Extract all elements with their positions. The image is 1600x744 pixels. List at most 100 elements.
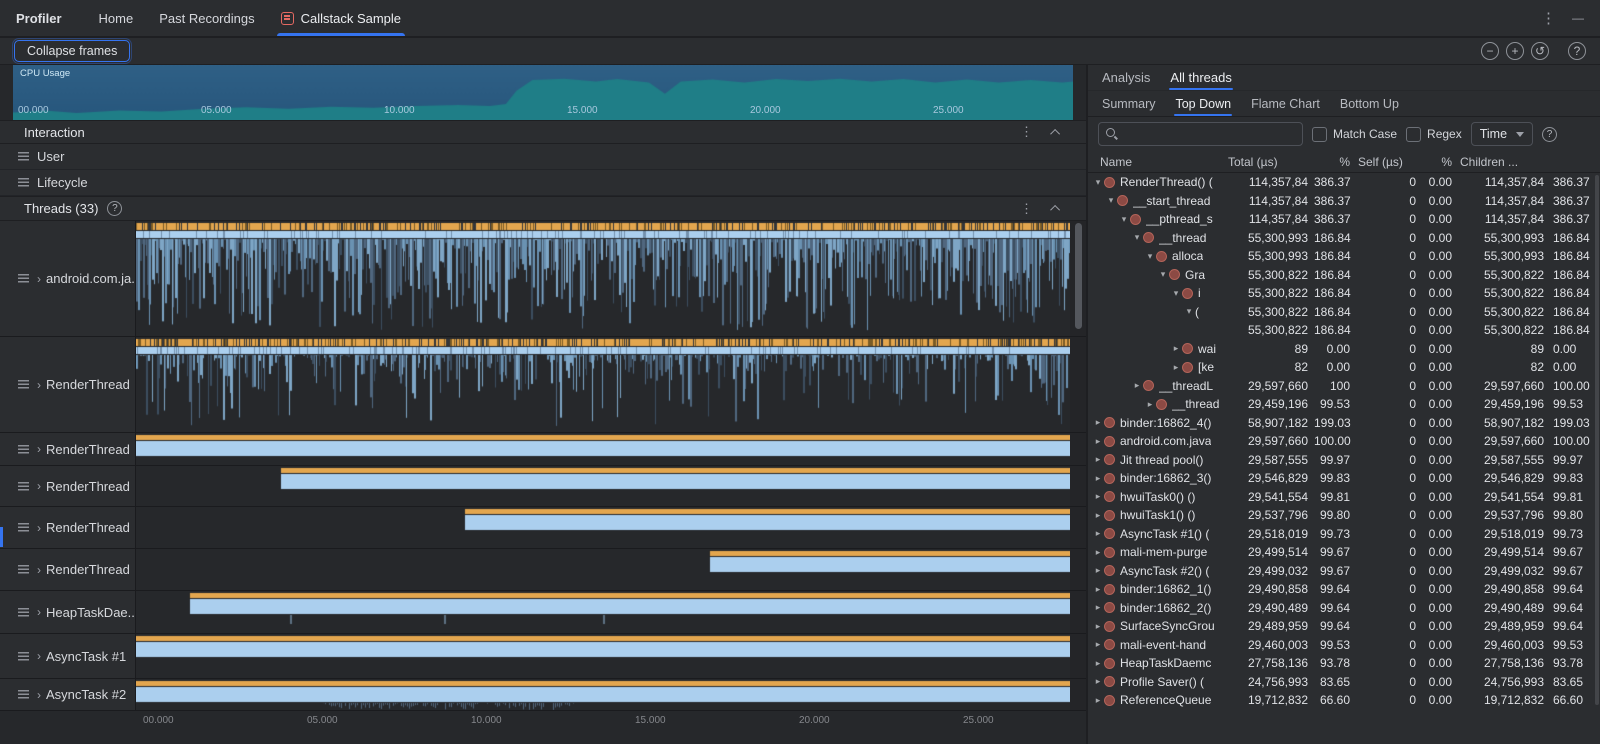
zoom-in-icon[interactable]: + [1506,42,1524,60]
collapse-chevron-icon[interactable]: ▾ [1183,306,1195,317]
column-name[interactable]: Name [1088,155,1226,169]
checkbox-icon[interactable] [1406,127,1421,142]
thread-row[interactable]: ›android.com.ja... [0,221,1086,337]
expand-chevron-icon[interactable]: ▸ [1092,584,1104,595]
tree-row[interactable]: ▸[ke820.0000.00820.00 [1088,358,1600,377]
expand-chevron-icon[interactable]: ▸ [1144,399,1156,410]
collapse-chevron-icon[interactable]: ▾ [1092,177,1104,188]
column-self[interactable]: Self (µs) [1356,155,1422,169]
expand-chevron-icon[interactable]: › [37,272,41,286]
expand-chevron-icon[interactable]: ▸ [1092,417,1104,428]
thread-row[interactable]: ›AsyncTask #2 [0,679,1086,711]
thread-track[interactable] [136,433,1070,465]
thread-track[interactable] [136,221,1070,336]
expand-chevron-icon[interactable]: ▸ [1092,602,1104,613]
thread-row[interactable]: ›RenderThread [0,549,1086,591]
column-total[interactable]: Total (µs) [1226,155,1314,169]
tab-home[interactable]: Home [86,0,147,36]
expand-chevron-icon[interactable]: ▸ [1170,362,1182,373]
tree-row[interactable]: ▸binder:16862_2()29,490,48999.6400.0029,… [1088,599,1600,618]
thread-track[interactable] [136,466,1070,506]
table-scrollbar[interactable] [1595,175,1599,705]
tree-row[interactable]: ▸binder:16862_1()29,490,85899.6400.0029,… [1088,580,1600,599]
tab-callstack-sample[interactable]: Callstack Sample [268,0,414,36]
interaction-row-lifecycle[interactable]: Lifecycle [0,170,1086,196]
thread-track[interactable] [136,337,1070,432]
expand-chevron-icon[interactable]: › [37,605,41,619]
collapse-chevron-icon[interactable]: ▾ [1157,269,1169,280]
collapse-chevron-icon[interactable]: ▾ [1144,251,1156,262]
expand-chevron-icon[interactable]: › [37,378,41,392]
more-options-icon[interactable]: ⋮ [1020,201,1033,217]
thread-label[interactable]: ›HeapTaskDae... [0,591,136,633]
collapse-chevron-icon[interactable]: ▾ [1131,232,1143,243]
thread-track[interactable] [136,634,1070,678]
thread-track[interactable] [136,507,1070,548]
expand-chevron-icon[interactable]: › [37,442,41,456]
collapse-frames-button[interactable]: Collapse frames [14,40,130,62]
collapse-chevron-icon[interactable]: ▾ [1118,214,1130,225]
thread-label[interactable]: ›RenderThread [0,337,136,432]
thread-row[interactable]: ›RenderThread [0,433,1086,466]
tab-flame-chart[interactable]: Flame Chart [1241,91,1330,116]
threads-help-icon[interactable]: ? [107,201,122,216]
thread-row[interactable]: ›HeapTaskDae... [0,591,1086,634]
column-self-pct[interactable]: % [1422,155,1458,169]
match-case-checkbox[interactable]: Match Case [1312,127,1397,142]
search-box[interactable] [1098,122,1303,146]
expand-chevron-icon[interactable]: › [37,649,41,663]
interaction-row-user[interactable]: User [0,144,1086,170]
cpu-usage-chart[interactable]: CPU Usage 00.00005.00010.00015.00020.000… [13,65,1073,120]
tree-row[interactable]: ▾__thread55,300,993186.8400.0055,300,993… [1088,229,1600,248]
tab-past-recordings[interactable]: Past Recordings [146,0,267,36]
thread-label[interactable]: ›RenderThread [0,549,136,590]
scope-dropdown[interactable]: Time [1471,122,1533,146]
thread-track[interactable] [136,679,1070,710]
zoom-out-icon[interactable]: − [1481,42,1499,60]
expand-chevron-icon[interactable]: ▸ [1092,695,1104,706]
tree-row[interactable]: ▸__thread29,459,19699.5300.0029,459,1969… [1088,395,1600,414]
tab-bottom-up[interactable]: Bottom Up [1330,91,1409,116]
help-icon[interactable]: ? [1568,42,1586,60]
tree-row[interactable]: ▸android.com.java29,597,660100.0000.0029… [1088,432,1600,451]
column-children[interactable]: Children ... [1458,155,1600,169]
thread-label[interactable]: ›RenderThread [0,507,136,548]
tree-row[interactable]: ▾alloca55,300,993186.8400.0055,300,99318… [1088,247,1600,266]
tree-row[interactable]: ▸AsyncTask #1() (29,518,01999.7300.0029,… [1088,525,1600,544]
tree-row[interactable]: 55,300,822186.8400.0055,300,822186.84 [1088,321,1600,340]
expand-chevron-icon[interactable]: ▸ [1092,547,1104,558]
regex-checkbox[interactable]: Regex [1406,127,1462,142]
tree-row[interactable]: ▸binder:16862_3()29,546,82999.8300.0029,… [1088,469,1600,488]
reset-zoom-icon[interactable]: ↺ [1531,42,1549,60]
thread-row[interactable]: ›RenderThread [0,466,1086,507]
thread-row[interactable]: ›RenderThread [0,507,1086,549]
tree-row[interactable]: ▸Profile Saver() (24,756,99383.6500.0024… [1088,673,1600,692]
expand-chevron-icon[interactable]: ▸ [1092,621,1104,632]
expand-chevron-icon[interactable]: ▸ [1092,491,1104,502]
expand-chevron-icon[interactable]: › [37,521,41,535]
tree-row[interactable]: ▸hwuiTask0() ()29,541,55499.8100.0029,54… [1088,488,1600,507]
expand-chevron-icon[interactable]: ▸ [1092,528,1104,539]
expand-chevron-icon[interactable]: › [37,563,41,577]
expand-chevron-icon[interactable]: ▸ [1092,639,1104,650]
tree-row[interactable]: ▸mali-mem-purge29,499,51499.6700.0029,49… [1088,543,1600,562]
tree-row[interactable]: ▾Gra55,300,822186.8400.0055,300,822186.8… [1088,266,1600,285]
tree-row[interactable]: ▸Jit thread pool()29,587,55599.9700.0029… [1088,451,1600,470]
interaction-section-header[interactable]: Interaction ⋮ [0,120,1086,144]
expand-chevron-icon[interactable]: ▸ [1092,565,1104,576]
kebab-menu-icon[interactable]: ⋮ [1541,9,1556,27]
collapse-section-icon[interactable] [1050,205,1060,215]
expand-chevron-icon[interactable]: ▸ [1092,510,1104,521]
threads-section-header[interactable]: Threads (33) ? ⋮ [0,196,1086,221]
thread-track[interactable] [136,549,1070,590]
expand-chevron-icon[interactable]: ▸ [1092,473,1104,484]
tree-row[interactable]: ▸AsyncTask #2() (29,499,03299.6700.0029,… [1088,562,1600,581]
expand-chevron-icon[interactable]: ▸ [1092,454,1104,465]
filter-help-icon[interactable]: ? [1542,127,1557,142]
tree-row[interactable]: ▸HeapTaskDaemc27,758,13693.7800.0027,758… [1088,654,1600,673]
expand-chevron-icon[interactable]: › [37,479,41,493]
thread-label[interactable]: ›AsyncTask #2 [0,679,136,710]
thread-row[interactable]: ›RenderThread [0,337,1086,433]
tree-row[interactable]: ▾(55,300,822186.8400.0055,300,822186.84 [1088,303,1600,322]
collapse-chevron-icon[interactable]: ▾ [1105,195,1117,206]
